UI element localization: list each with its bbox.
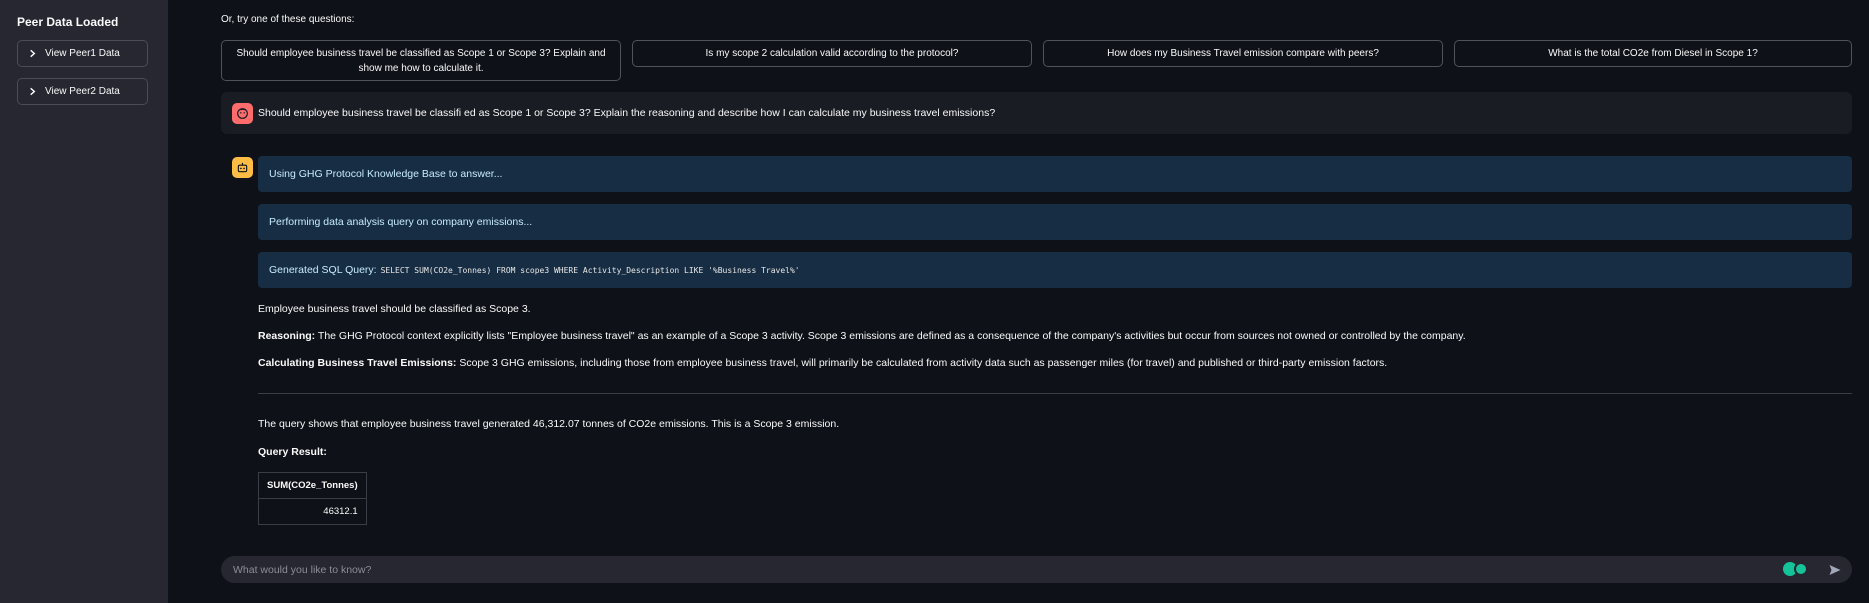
query-summary: The query shows that employee business t… (258, 418, 840, 430)
status-sql-query: Generated SQL Query: SELECT SUM(CO2e_Ton… (258, 252, 1852, 288)
table-cell: 46312.1 (258, 498, 367, 525)
chat-input-bar (221, 556, 1852, 583)
chevron-right-icon (30, 49, 36, 58)
expander-view-peer2[interactable]: View Peer2 Data (17, 78, 148, 105)
suggestion-button-3[interactable]: How does my Business Travel emission com… (1043, 40, 1443, 67)
assistant-avatar (232, 157, 253, 178)
sql-code: SELECT SUM(CO2e_Tonnes) FROM scope3 WHER… (380, 265, 800, 275)
chevron-right-icon (30, 87, 36, 96)
user-message: Should employee business travel be class… (221, 92, 1852, 134)
sidebar: Peer Data Loaded View Peer1 Data View Pe… (0, 0, 168, 603)
suggestion-button-2[interactable]: Is my scope 2 calculation valid accordin… (632, 40, 1032, 67)
suggestion-button-4[interactable]: What is the total CO2e from Diesel in Sc… (1454, 40, 1852, 67)
user-avatar (232, 103, 253, 124)
answer-text: Employee business travel should be class… (258, 303, 531, 315)
status-knowledge-base: Using GHG Protocol Knowledge Base to ans… (258, 156, 1852, 192)
status-text: Performing data analysis query on compan… (269, 216, 533, 228)
divider (258, 393, 1852, 394)
user-message-text: Should employee business travel be class… (258, 107, 996, 119)
status-data-analysis: Performing data analysis query on compan… (258, 204, 1852, 240)
table-header-cell: SUM(CO2e_Tonnes) (258, 472, 367, 499)
suggestions-intro: Or, try one of these questions: (221, 14, 355, 25)
expander-view-peer1[interactable]: View Peer1 Data (17, 40, 148, 67)
calculation-text: Scope 3 GHG emissions, including those f… (459, 357, 1388, 369)
expander-label: View Peer1 Data (45, 48, 120, 59)
robot-icon (237, 162, 248, 173)
expander-label: View Peer2 Data (45, 86, 120, 97)
send-icon[interactable] (1828, 563, 1842, 577)
table-header-row: SUM(CO2e_Tonnes) (258, 472, 367, 499)
extension-icons (1783, 562, 1808, 576)
query-result-table: SUM(CO2e_Tonnes) 46312.1 (258, 472, 367, 525)
user-face-icon (237, 108, 248, 119)
query-result-label: Query Result: (258, 446, 327, 458)
calculation-label: Calculating Business Travel Emissions: (258, 357, 457, 369)
reasoning-paragraph: Reasoning: The GHG Protocol context expl… (258, 330, 1466, 342)
suggestion-button-1[interactable]: Should employee business travel be class… (221, 40, 621, 81)
table-row: 46312.1 (258, 498, 367, 525)
query-result-label-text: Query Result: (258, 446, 327, 458)
status-text: Using GHG Protocol Knowledge Base to ans… (269, 168, 503, 180)
calculation-paragraph: Calculating Business Travel Emissions: S… (258, 357, 1387, 369)
sidebar-title: Peer Data Loaded (17, 15, 119, 29)
grammarly-icon[interactable] (1794, 562, 1808, 576)
main-content: Or, try one of these questions: Should e… (168, 0, 1869, 603)
chat-input[interactable] (233, 563, 1713, 576)
reasoning-label: Reasoning: (258, 330, 316, 342)
reasoning-text: The GHG Protocol context explicitly list… (317, 330, 1466, 342)
sql-label: Generated SQL Query: (269, 264, 377, 276)
